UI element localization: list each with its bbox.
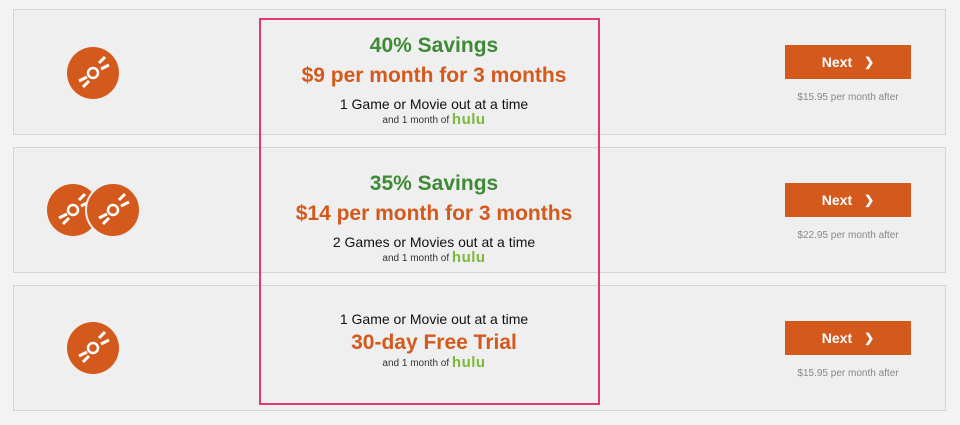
disc-icon [67, 47, 119, 99]
price-label: $9 per month for 3 months [301, 64, 567, 87]
plan-description: 1 Game or Movie out at a time [339, 96, 529, 112]
hulu-prefix: and 1 month of [382, 253, 450, 264]
price-label: $14 per month for 3 months [295, 202, 573, 225]
after-price: $22.95 per month after [797, 230, 899, 241]
savings-label: 35% Savings [369, 172, 499, 195]
savings-label: 40% Savings [369, 34, 499, 57]
next-button[interactable]: Next ❯ [785, 183, 911, 217]
plan-details: 40% Savings $9 per month for 3 months 1 … [259, 33, 609, 128]
hulu-logo: hulu [451, 249, 486, 266]
trial-label: 30-day Free Trial [351, 331, 517, 354]
next-button-label: Next [821, 192, 853, 208]
plan-details: 1 Game or Movie out at a time 30-day Fre… [259, 310, 609, 371]
hulu-prefix: and 1 month of [382, 358, 450, 369]
after-price: $15.95 per month after [797, 92, 899, 103]
plan-description: 1 Game or Movie out at a time [339, 311, 529, 327]
next-button-label: Next [821, 54, 853, 70]
chevron-right-icon: ❯ [864, 193, 875, 207]
plan-description: 2 Games or Movies out at a time [332, 234, 536, 250]
hulu-logo: hulu [451, 111, 486, 128]
plan-card: 40% Savings $9 per month for 3 months 1 … [13, 9, 946, 135]
hulu-offer: and 1 month of hulu [259, 249, 609, 266]
hulu-logo: hulu [451, 354, 486, 371]
hulu-prefix: and 1 month of [382, 115, 450, 126]
chevron-right-icon: ❯ [864, 331, 875, 345]
plan-card: 1 Game or Movie out at a time 30-day Fre… [13, 285, 946, 411]
plan-details: 35% Savings $14 per month for 3 months 2… [259, 171, 609, 266]
disc-icon [67, 322, 119, 374]
hulu-offer: and 1 month of hulu [259, 354, 609, 371]
next-button[interactable]: Next ❯ [785, 321, 911, 355]
chevron-right-icon: ❯ [864, 55, 875, 69]
after-price: $15.95 per month after [797, 368, 899, 379]
next-button[interactable]: Next ❯ [785, 45, 911, 79]
disc-icon [85, 182, 141, 238]
next-button-label: Next [821, 330, 853, 346]
hulu-offer: and 1 month of hulu [259, 111, 609, 128]
plan-card: 35% Savings $14 per month for 3 months 2… [13, 147, 946, 273]
